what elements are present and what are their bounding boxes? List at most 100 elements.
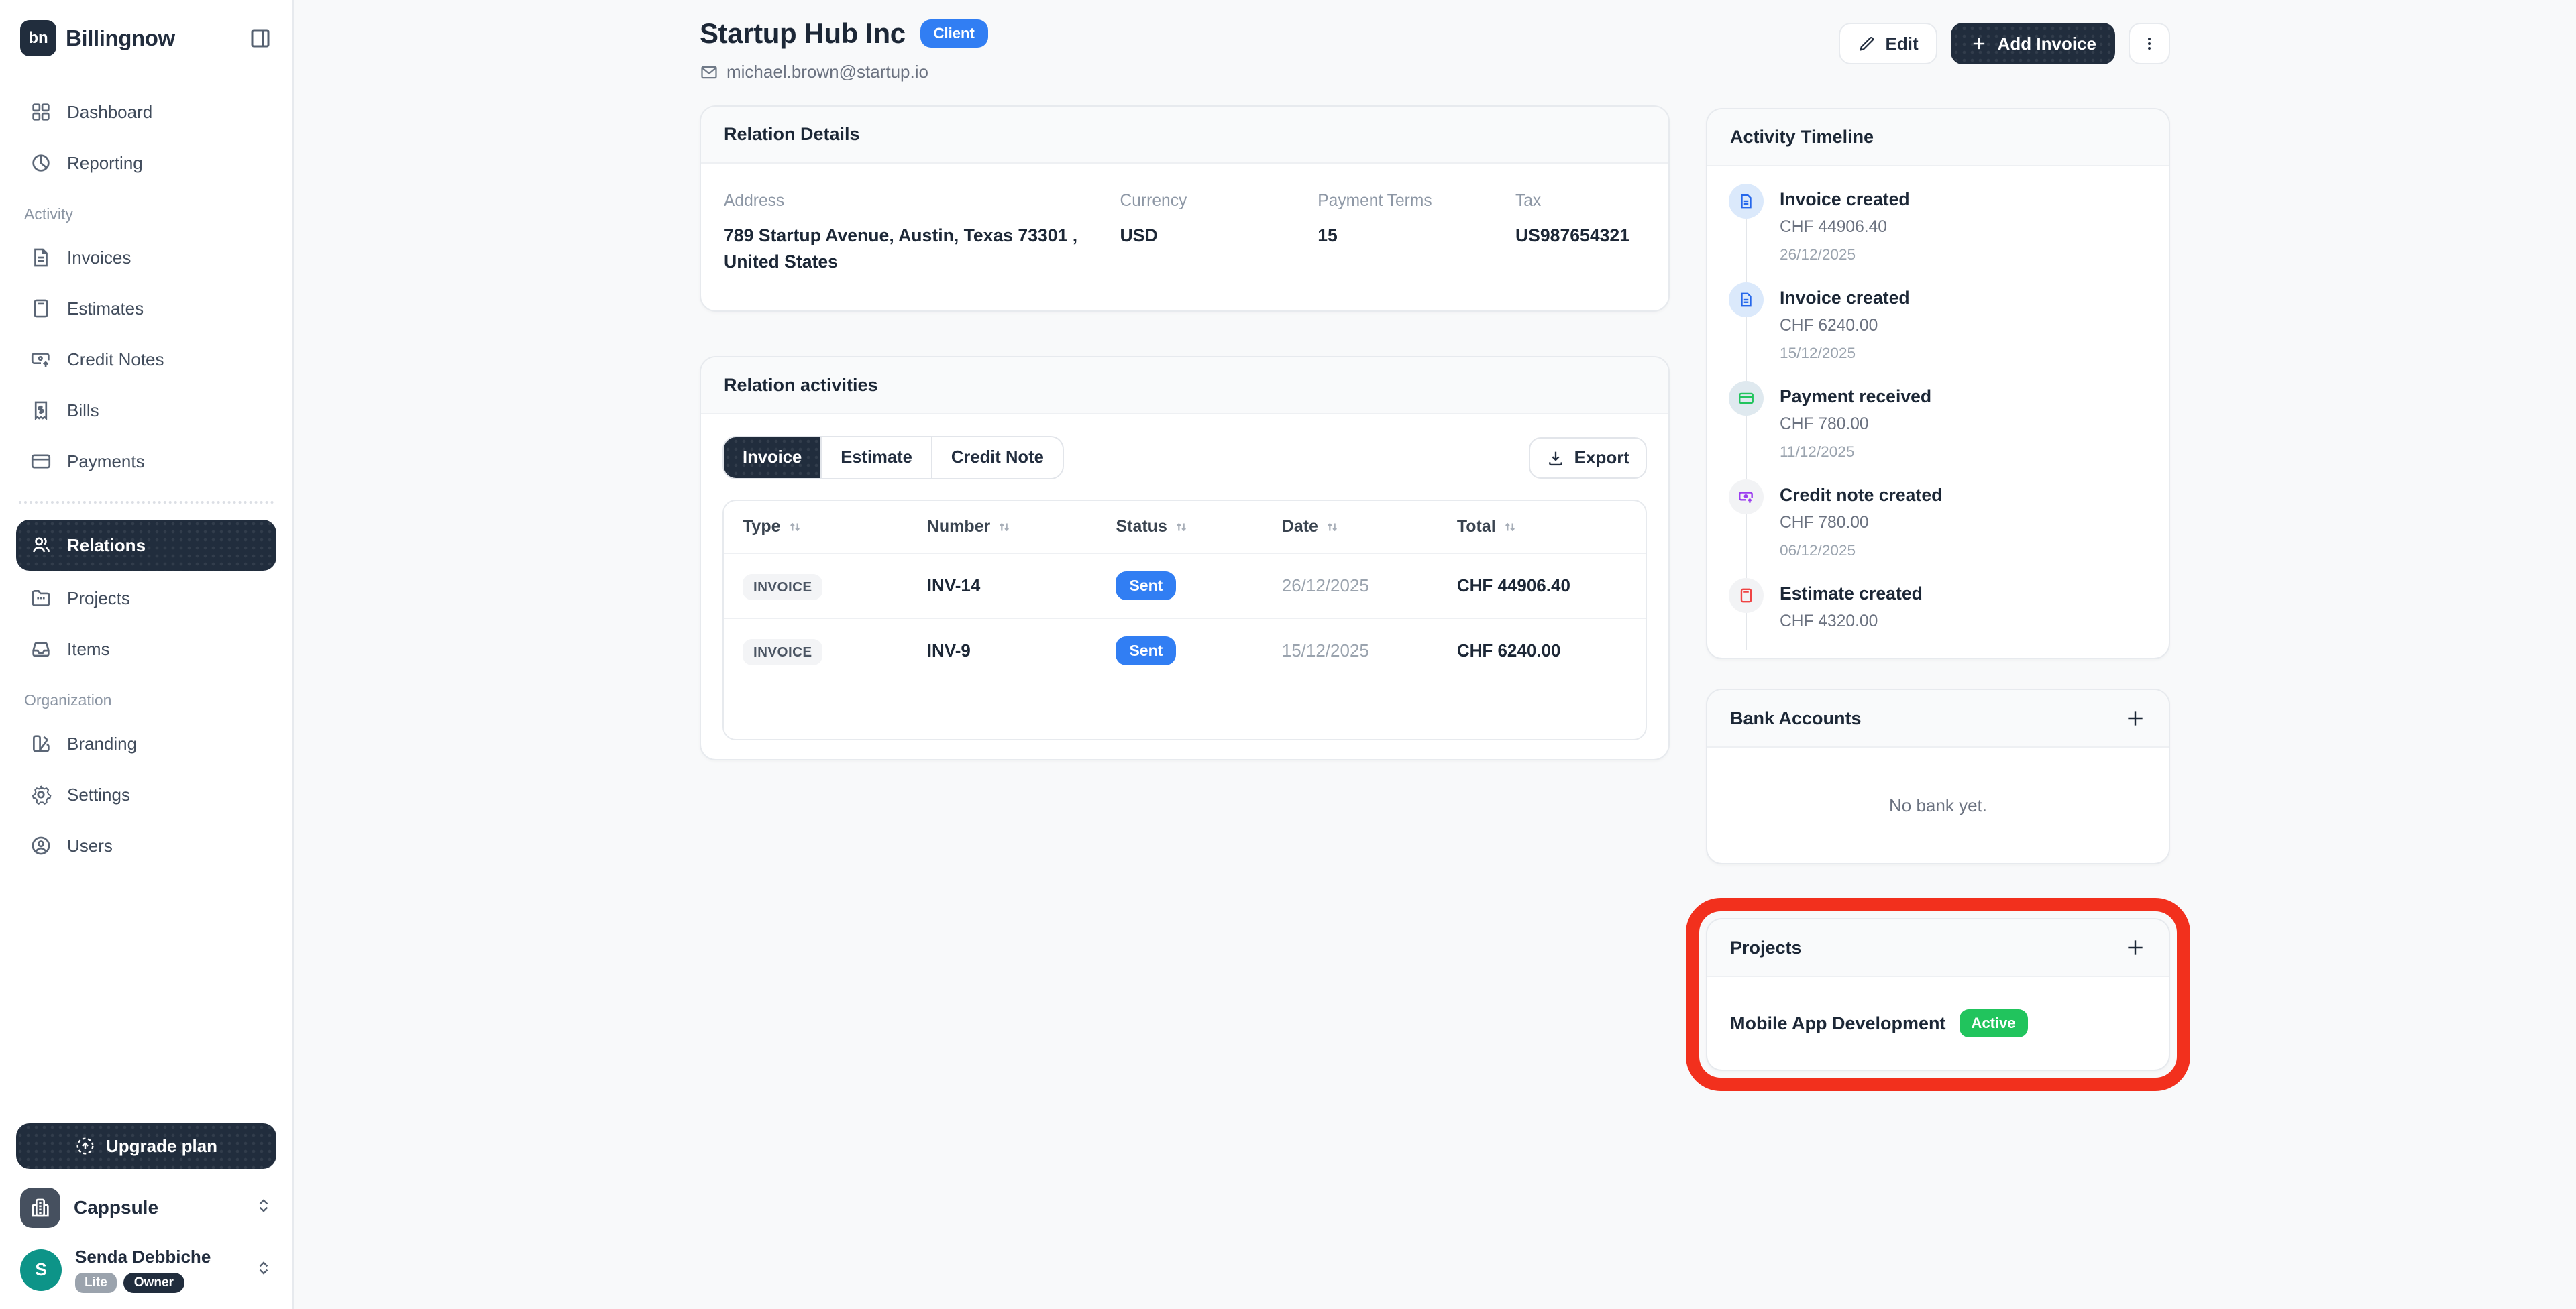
table-row[interactable]: INVOICE INV-9 Sent 15/12/2025 CHF 6240.0… bbox=[724, 618, 1646, 683]
sidebar-item-projects[interactable]: Projects bbox=[16, 575, 276, 622]
invoice-file-icon bbox=[30, 246, 52, 269]
folder-icon bbox=[30, 587, 52, 610]
tab-invoice[interactable]: Invoice bbox=[724, 437, 820, 478]
sidebar-item-reporting[interactable]: Reporting bbox=[16, 139, 276, 186]
sidebar-item-users[interactable]: Users bbox=[16, 822, 276, 869]
sidebar-item-payments[interactable]: Payments bbox=[16, 438, 276, 485]
activity-timeline-title: Activity Timeline bbox=[1730, 127, 1874, 148]
sidebar-item-label: Estimates bbox=[67, 298, 144, 319]
sidebar-item-dashboard[interactable]: Dashboard bbox=[16, 89, 276, 135]
projects-card: Projects Mobile App Development Active bbox=[1706, 918, 2170, 1071]
sidebar-item-branding[interactable]: Branding bbox=[16, 720, 276, 767]
pie-chart-icon bbox=[30, 152, 52, 174]
tab-credit-note[interactable]: Credit Note bbox=[931, 437, 1063, 478]
estimate-calculator-icon bbox=[1729, 578, 1764, 613]
sidebar-item-label: Users bbox=[67, 836, 113, 856]
sort-icon bbox=[1174, 520, 1189, 534]
activity-timeline-header: Activity Timeline bbox=[1707, 109, 2169, 166]
right-column: Activity Timeline Invoice created bbox=[1706, 108, 2170, 1071]
sidebar-item-settings[interactable]: Settings bbox=[16, 771, 276, 818]
sidebar-section-activity: Activity bbox=[24, 205, 268, 223]
chevrons-up-down-icon bbox=[255, 1259, 272, 1281]
sidebar-item-relations[interactable]: Relations bbox=[16, 520, 276, 571]
export-button[interactable]: Export bbox=[1529, 437, 1647, 479]
sidebar-item-bills[interactable]: Bills bbox=[16, 387, 276, 434]
more-actions-button[interactable] bbox=[2129, 23, 2170, 64]
tab-estimate[interactable]: Estimate bbox=[820, 437, 931, 478]
relation-details-header: Relation Details bbox=[701, 107, 1668, 164]
sidebar-item-label: Items bbox=[67, 639, 110, 660]
column-label: Date bbox=[1282, 517, 1318, 536]
upgrade-plan-label: Upgrade plan bbox=[106, 1136, 217, 1157]
invoice-file-icon bbox=[1729, 184, 1764, 219]
sidebar-divider bbox=[19, 501, 274, 504]
sidebar-item-invoices[interactable]: Invoices bbox=[16, 234, 276, 281]
sidebar-item-label: Credit Notes bbox=[67, 349, 164, 370]
event-amount: CHF 4320.00 bbox=[1780, 612, 1923, 631]
user-badges: Lite Owner bbox=[75, 1273, 255, 1293]
column-header-status[interactable]: Status bbox=[1097, 501, 1263, 553]
status-badge: Sent bbox=[1116, 571, 1176, 600]
event-amount: CHF 780.00 bbox=[1780, 415, 1931, 434]
cell-date: 15/12/2025 bbox=[1263, 623, 1438, 679]
status-badge: Sent bbox=[1116, 636, 1176, 665]
user-menu[interactable]: S Senda Debbiche Lite Owner bbox=[16, 1247, 276, 1293]
brand-logo: bn bbox=[20, 20, 56, 56]
projects-title: Projects bbox=[1730, 937, 1802, 958]
sidebar-item-estimates[interactable]: Estimates bbox=[16, 285, 276, 332]
add-bank-account-button[interactable] bbox=[2125, 707, 2146, 729]
relation-activities-title: Relation activities bbox=[724, 375, 878, 396]
event-date: 26/12/2025 bbox=[1780, 246, 1910, 264]
sidebar-item-label: Branding bbox=[67, 734, 137, 754]
org-switcher[interactable]: Cappsule bbox=[16, 1188, 276, 1228]
role-badge: Owner bbox=[123, 1273, 184, 1293]
field-address: Address 789 Startup Avenue, Austin, Texa… bbox=[724, 192, 1120, 274]
add-invoice-button[interactable]: Add Invoice bbox=[1951, 23, 2115, 64]
field-label: Payment Terms bbox=[1318, 192, 1499, 211]
calculator-icon bbox=[30, 297, 52, 320]
column-label: Number bbox=[927, 517, 990, 536]
field-tax: Tax US987654321 bbox=[1515, 192, 1646, 274]
edit-button[interactable]: Edit bbox=[1839, 23, 1937, 64]
column-header-number[interactable]: Number bbox=[908, 501, 1097, 553]
table-empty-space bbox=[724, 683, 1646, 739]
table-header-row: Type Number Status Date Total bbox=[724, 501, 1646, 553]
column-header-type[interactable]: Type bbox=[724, 501, 908, 553]
gear-icon bbox=[30, 783, 52, 806]
timeline-event: Estimate created CHF 4320.00 bbox=[1729, 578, 2147, 650]
sidebar-collapse-icon[interactable] bbox=[248, 26, 272, 50]
building-icon bbox=[20, 1188, 60, 1228]
column-header-date[interactable]: Date bbox=[1263, 501, 1438, 553]
sidebar-item-label: Reporting bbox=[67, 153, 143, 174]
projects-wrap: Projects Mobile App Development Active bbox=[1706, 918, 2170, 1071]
envelope-icon bbox=[700, 63, 718, 82]
column-header-total[interactable]: Total bbox=[1438, 501, 1646, 553]
upgrade-plan-button[interactable]: Upgrade plan bbox=[16, 1123, 276, 1169]
timeline-connector bbox=[1746, 514, 1747, 578]
user-circle-icon bbox=[30, 834, 52, 857]
sidebar-item-label: Payments bbox=[67, 451, 145, 472]
kebab-menu-icon bbox=[2140, 34, 2159, 53]
cell-number: INV-14 bbox=[908, 558, 1097, 614]
users-icon bbox=[30, 534, 52, 557]
activities-controls: Invoice Estimate Credit Note Export bbox=[722, 436, 1647, 479]
field-value: 15 bbox=[1318, 223, 1499, 249]
sidebar-item-credit-notes[interactable]: Credit Notes bbox=[16, 336, 276, 383]
sidebar-item-items[interactable]: Items bbox=[16, 626, 276, 673]
inbox-icon bbox=[30, 638, 52, 661]
sidebar-item-label: Relations bbox=[67, 535, 146, 556]
credit-card-icon bbox=[1729, 381, 1764, 416]
table-row[interactable]: INVOICE INV-14 Sent 26/12/2025 CHF 44906… bbox=[724, 553, 1646, 618]
brand-logo-text: bn bbox=[28, 29, 48, 48]
event-title: Invoice created bbox=[1780, 189, 1910, 210]
bank-accounts-card: Bank Accounts No bank yet. bbox=[1706, 689, 2170, 864]
chevrons-up-down-icon bbox=[255, 1197, 272, 1218]
client-type-badge: Client bbox=[920, 19, 988, 48]
add-project-button[interactable] bbox=[2125, 937, 2146, 958]
plus-icon bbox=[1970, 34, 1988, 53]
download-icon bbox=[1546, 449, 1565, 467]
project-row[interactable]: Mobile App Development Active bbox=[1707, 977, 2169, 1070]
event-amount: CHF 6240.00 bbox=[1780, 317, 1910, 335]
event-amount: CHF 780.00 bbox=[1780, 514, 1942, 532]
columns: Relation Details Address 789 Startup Ave… bbox=[700, 105, 2170, 1071]
